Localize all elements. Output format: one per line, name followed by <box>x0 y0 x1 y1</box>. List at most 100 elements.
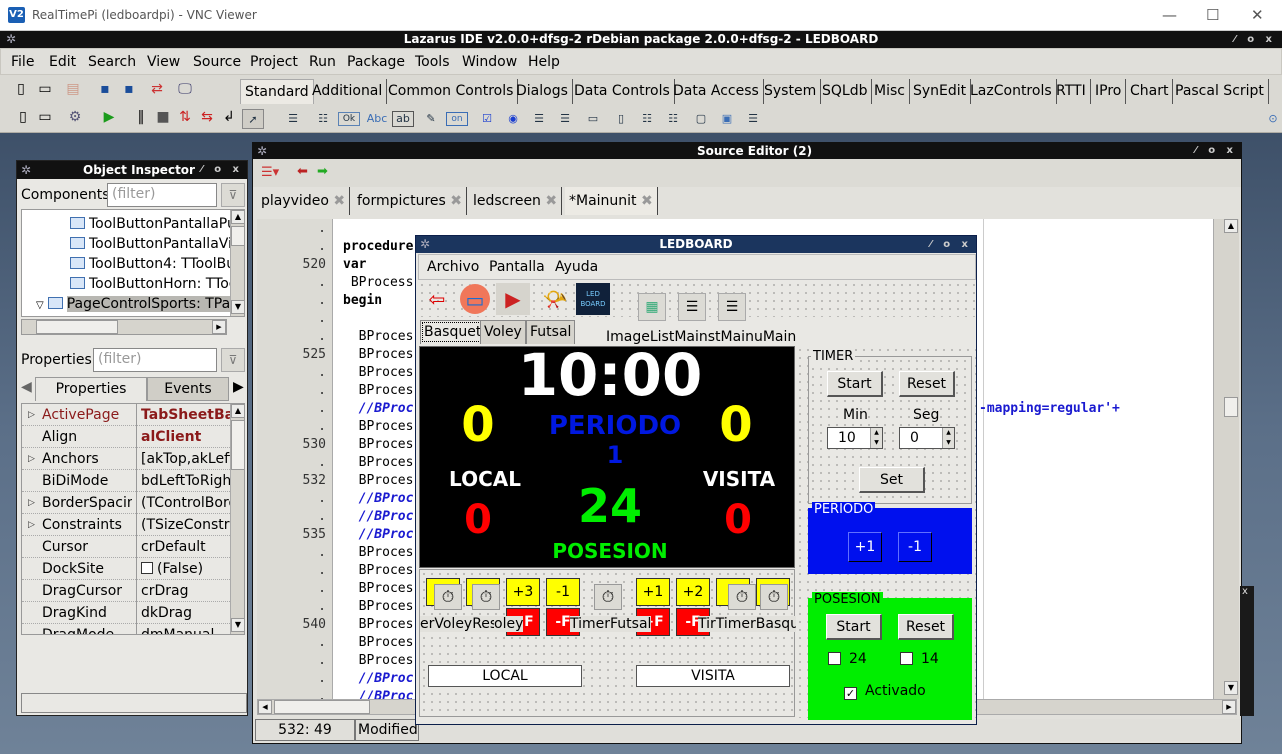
property-row[interactable]: ▷ ActivePage TabSheetBas <box>22 404 232 426</box>
ide-window-controls[interactable]: ⁄ o x <box>1234 31 1276 48</box>
tlistbox-icon[interactable]: ☰ <box>528 109 550 129</box>
minimize-button[interactable]: — <box>1162 6 1177 24</box>
pause-icon[interactable]: ‖ <box>132 108 150 126</box>
tab-mainunit[interactable]: *Mainunit ✖ <box>565 187 658 215</box>
close-tab-icon[interactable]: ✖ <box>641 193 653 209</box>
property-value[interactable]: (TControlBord <box>136 492 232 514</box>
build-icon[interactable]: ⚙ <box>66 108 84 126</box>
expand-icon[interactable]: ▷ <box>28 514 35 536</box>
local-name-input[interactable]: LOCAL <box>428 665 582 687</box>
menu-archivo[interactable]: Archivo <box>427 259 479 275</box>
palette-tab-misc[interactable]: Misc <box>870 79 910 104</box>
scroll-thumb[interactable] <box>1224 397 1238 417</box>
property-row[interactable]: Align alClient <box>22 426 232 448</box>
visit-plus1-button[interactable]: +1 <box>636 578 670 606</box>
property-row[interactable]: Cursor crDefault <box>22 536 232 558</box>
property-row[interactable]: ▷ BorderSpacing (TControlBord <box>22 492 232 514</box>
menu-help[interactable]: Help <box>528 54 560 70</box>
tree-horizontal-scrollbar[interactable]: ▶ <box>21 319 227 335</box>
tab-scroll-left-icon[interactable]: ◀ <box>21 379 32 395</box>
palette-tab-additional[interactable]: Additional <box>308 79 388 104</box>
palette-tab-standard[interactable]: Standard <box>240 79 314 104</box>
horn-icon[interactable]: 📯 <box>538 283 572 315</box>
tab-properties[interactable]: Properties <box>35 377 147 401</box>
jump-list-icon[interactable]: ☰▾ <box>261 165 279 180</box>
property-value[interactable]: (False) <box>136 558 232 580</box>
tcombobox-icon[interactable]: ☰ <box>554 109 576 129</box>
view-forms2-icon[interactable]: ▭ <box>36 108 54 126</box>
posesion-start-button[interactable]: Start <box>826 614 882 640</box>
seconds-spin-edit[interactable]: 0 ▲ ▼ <box>899 427 955 449</box>
tgroupbox-icon[interactable]: ▯ <box>610 109 632 129</box>
minutes-spin-edit[interactable]: 10 ▲ ▼ <box>827 427 883 449</box>
property-row[interactable]: DockSite (False) <box>22 558 232 580</box>
tcheckbox-icon[interactable]: ☑ <box>476 109 498 129</box>
scroll-thumb[interactable] <box>231 420 244 470</box>
main-menu-icon[interactable]: ☰ <box>718 293 746 321</box>
menu-package[interactable]: Package <box>347 54 405 70</box>
scroll-down-icon[interactable]: ▼ <box>231 300 244 314</box>
stop-icon[interactable]: ■ <box>154 108 172 126</box>
step-out-icon[interactable]: ↲ <box>220 108 238 126</box>
palette-tab-common-controls[interactable]: Common Controls <box>384 79 519 104</box>
timer-set-button[interactable]: Set <box>859 467 925 493</box>
periodo-plus-button[interactable]: +1 <box>848 532 882 562</box>
property-row[interactable]: ▷ Anchors [akTop,akLeft, <box>22 448 232 470</box>
tab-basquet[interactable]: Basquet <box>420 320 486 344</box>
palette-tab-synedit[interactable]: SynEdit <box>909 79 972 104</box>
property-value[interactable]: [akTop,akLeft, <box>136 448 232 470</box>
step-into-icon[interactable]: ⇅ <box>176 108 194 126</box>
logo-icon[interactable]: LED BOARD <box>576 283 610 315</box>
tframe-icon[interactable]: ▣ <box>716 109 738 129</box>
save-all-icon[interactable]: ▪ <box>120 80 138 98</box>
exit-icon[interactable]: ⇦ <box>420 283 454 315</box>
tedit-icon[interactable]: ab <box>392 111 414 127</box>
ledboard-window-controls[interactable]: ⁄ o x <box>930 236 972 253</box>
scroll-up-icon[interactable]: ▲ <box>1224 219 1238 233</box>
scroll-thumb[interactable] <box>36 320 118 334</box>
tree-node-selected[interactable]: ▽ PageControlSports: TPa <box>36 294 231 314</box>
checkbox-box[interactable] <box>900 652 913 665</box>
palette-tab-data-access[interactable]: Data Access <box>669 79 764 104</box>
components-filter-input[interactable]: (filter) <box>107 183 217 207</box>
editor-vertical-scrollbar[interactable]: ▲ ▼ <box>1213 219 1239 699</box>
menu-view[interactable]: View <box>147 54 180 70</box>
popup-menu-icon[interactable]: ☰ <box>678 293 706 321</box>
property-value[interactable]: crDefault <box>136 536 232 558</box>
tab-events[interactable]: Events <box>147 377 229 401</box>
view-units-icon[interactable]: ▯ <box>14 108 32 126</box>
palette-tab-chart[interactable]: Chart <box>1126 79 1174 104</box>
palette-tab-ipro[interactable]: IPro <box>1091 79 1127 104</box>
property-value[interactable]: TabSheetBas <box>136 404 232 426</box>
tcheckgroup-icon[interactable]: ☷ <box>662 109 684 129</box>
clear-filter-icon[interactable]: ⊽ <box>221 183 245 207</box>
close-tab-icon[interactable]: ✖ <box>545 193 557 209</box>
properties-filter-input[interactable]: (filter) <box>93 348 217 372</box>
palette-tab-system[interactable]: System <box>760 79 822 104</box>
menu-run[interactable]: Run <box>309 54 336 70</box>
timer-reset-button[interactable]: Reset <box>899 371 955 397</box>
palette-tab-pascal-script[interactable]: Pascal Script <box>1171 79 1269 104</box>
scroll-down-icon[interactable]: ▼ <box>1224 681 1238 695</box>
tree-vertical-scrollbar[interactable]: ▲ ▼ <box>230 210 244 316</box>
close-tab-icon[interactable]: ✖ <box>450 193 462 209</box>
palette-tab-data-controls[interactable]: Data Controls <box>570 79 675 104</box>
local-minus1-button[interactable]: -1 <box>546 578 580 606</box>
tbutton-icon[interactable]: Ok <box>338 112 360 126</box>
scroll-up-icon[interactable]: ▲ <box>231 404 244 418</box>
grid-vertical-scrollbar[interactable]: ▲ ▼ <box>230 404 244 634</box>
tree-node[interactable]: ToolButtonPantallaVi <box>70 234 232 254</box>
ttogglebox-icon[interactable]: on <box>446 112 468 126</box>
scroll-right-icon[interactable]: ▶ <box>212 320 226 334</box>
checkbox-14[interactable]: 14 <box>900 652 939 666</box>
scroll-up-icon[interactable]: ▲ <box>231 210 244 224</box>
timer-component-icon[interactable]: ⏱ <box>594 584 622 610</box>
step-over-icon[interactable]: ⇆ <box>198 108 216 126</box>
menu-window[interactable]: Window <box>462 54 517 70</box>
maximize-button[interactable]: ☐ <box>1206 6 1219 24</box>
property-value[interactable]: dmManual <box>136 624 232 634</box>
screen-icon[interactable]: ▭ <box>460 284 490 314</box>
collapse-triangle-icon[interactable]: ▽ <box>36 300 44 311</box>
timer-component-icon[interactable]: ⏱ <box>434 584 462 610</box>
palette-tab-rtti[interactable]: RTTI <box>1052 79 1091 104</box>
